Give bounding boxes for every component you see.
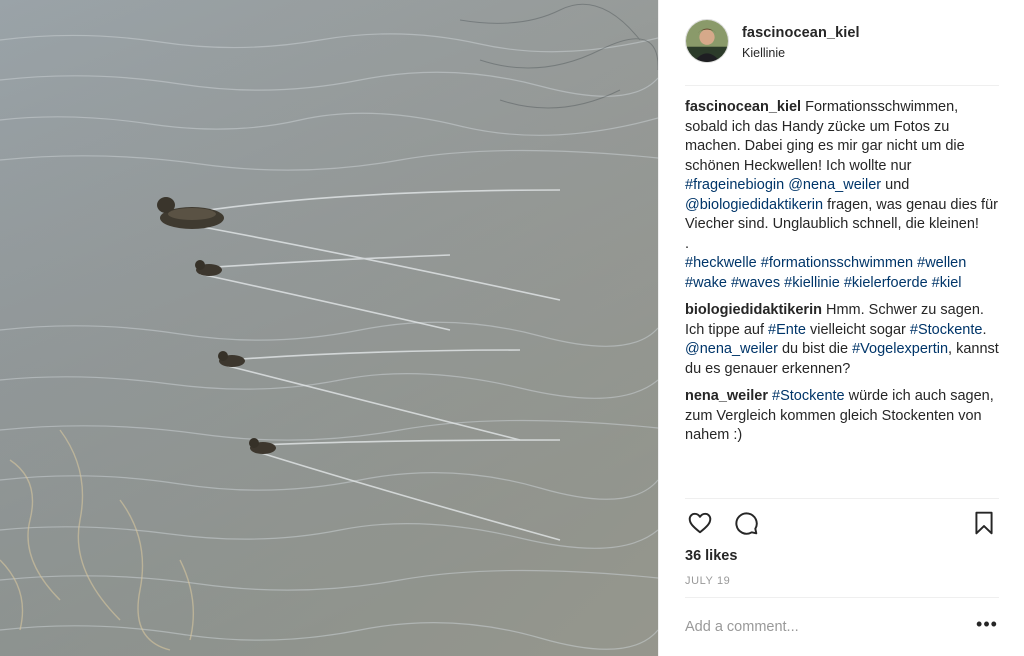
caption-username[interactable]: fascinocean_kiel: [685, 99, 801, 115]
post-date[interactable]: JULY 19: [685, 575, 730, 587]
mention-link[interactable]: @nena_weiler: [788, 177, 881, 193]
hashtag-link[interactable]: #waves: [731, 275, 780, 291]
hashtag-link[interactable]: #Stockente: [772, 388, 845, 404]
hashtag-link[interactable]: #Ente: [768, 322, 806, 338]
caption-separator: .: [685, 235, 690, 252]
caption: fascinocean_kiel Formationsschwimmen, so…: [685, 98, 1003, 293]
mention-link[interactable]: @biologiedidaktikerin: [685, 197, 823, 213]
hashtag-link[interactable]: #heckwelle: [685, 255, 757, 271]
hashtag-link[interactable]: #Stockente: [910, 322, 983, 338]
comment-button[interactable]: [731, 508, 761, 538]
comment-username[interactable]: biologiedidaktikerin: [685, 302, 822, 318]
heart-icon: [688, 512, 712, 534]
hashtag-link[interactable]: #frageinebiogin: [685, 177, 784, 193]
divider: [685, 597, 999, 598]
divider: [685, 498, 999, 499]
author-avatar[interactable]: [685, 19, 729, 63]
caption-hashtags: #heckwelle #formationsschwimmen #wellen …: [685, 255, 966, 291]
comment-item: nena_weiler #Stockente würde ich auch sa…: [685, 388, 994, 443]
mention-link[interactable]: @nena_weiler: [685, 341, 778, 357]
comment-bubble-icon: [735, 512, 758, 535]
add-comment-input[interactable]: [685, 616, 965, 638]
post-side-panel: fascinocean_kiel Kiellinie fascinocean_k…: [658, 0, 1024, 656]
hashtag-link[interactable]: #kiel: [932, 275, 962, 291]
comment-username[interactable]: nena_weiler: [685, 388, 768, 404]
likes-count[interactable]: 36 likes: [685, 548, 737, 564]
comments-list: fascinocean_kiel Formationsschwimmen, so…: [685, 98, 1003, 498]
bookmark-icon: [975, 511, 993, 535]
hashtag-link[interactable]: #wellen: [917, 255, 966, 271]
comment-item: biologiedidaktikerin Hmm. Schwer zu sage…: [685, 302, 999, 377]
like-button[interactable]: [685, 508, 715, 538]
hashtag-link[interactable]: #formationsschwimmen: [761, 255, 913, 271]
post-header: fascinocean_kiel Kiellinie: [685, 18, 999, 86]
comment-composer: •••: [685, 615, 999, 640]
post-actions: [685, 508, 999, 538]
hashtag-link[interactable]: #kielerfoerde: [844, 275, 928, 291]
hashtag-link[interactable]: #Vogelexpertin: [852, 341, 948, 357]
author-username[interactable]: fascinocean_kiel: [742, 25, 860, 41]
hashtag-link[interactable]: #kiellinie: [784, 275, 840, 291]
more-options-button[interactable]: •••: [975, 615, 999, 638]
post-location[interactable]: Kiellinie: [742, 46, 785, 60]
ducklings-photo: [0, 0, 658, 656]
post-photo[interactable]: [0, 0, 658, 656]
hashtag-link[interactable]: #wake: [685, 275, 727, 291]
save-button[interactable]: [969, 508, 999, 538]
